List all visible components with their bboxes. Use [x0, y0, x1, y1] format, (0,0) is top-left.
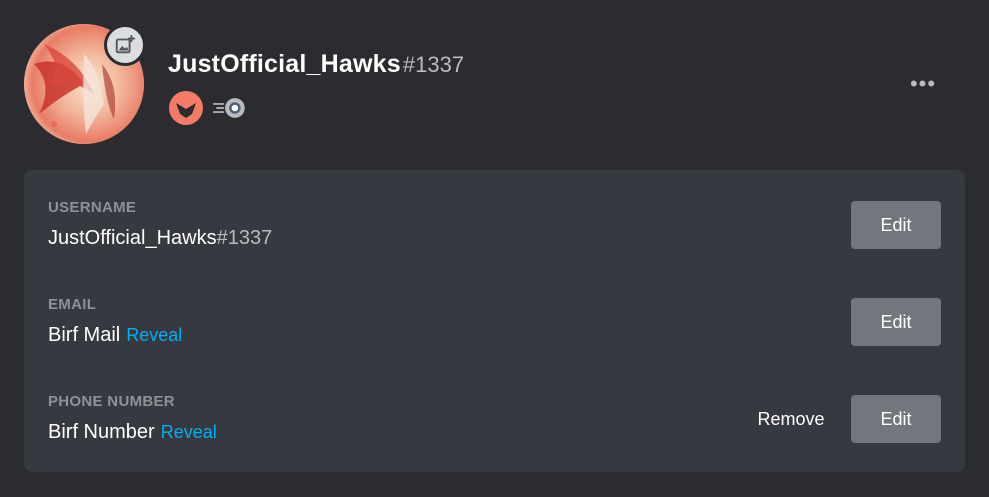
phone-label: PHONE NUMBER	[48, 393, 175, 410]
username-value: JustOfficial_Hawks#1337	[48, 227, 272, 250]
phone-reveal-link[interactable]: Reveal	[161, 422, 217, 442]
email-label: EMAIL	[48, 296, 97, 313]
remove-phone-button[interactable]: Remove	[743, 395, 839, 443]
phone-value: Birf Number Reveal	[48, 421, 217, 444]
profile-discriminator: #1337	[402, 52, 465, 77]
nitro-boost-icon[interactable]	[212, 90, 248, 126]
profile-username: JustOfficial_Hawks	[168, 50, 401, 78]
edit-email-button[interactable]: Edit	[851, 298, 941, 346]
username-discriminator: #1337	[216, 227, 273, 249]
account-card: JustOfficial_Hawks #1337 ••• USERNAME Ju…	[0, 0, 989, 497]
hypesquad-brilliance-icon[interactable]	[168, 90, 204, 126]
email-field: EMAIL Birf Mail Reveal Edit	[48, 296, 941, 376]
profile-header: JustOfficial_Hawks #1337 •••	[0, 0, 989, 170]
phone-field: PHONE NUMBER Birf Number Reveal Remove Ed…	[48, 393, 941, 473]
username-text: JustOfficial_Hawks	[48, 227, 217, 249]
username-field: USERNAME JustOfficial_Hawks#1337 Edit	[48, 199, 941, 279]
email-reveal-link[interactable]: Reveal	[126, 325, 182, 345]
badge-list	[168, 90, 248, 126]
avatar-wrapper[interactable]	[24, 24, 146, 144]
profile-name-row: JustOfficial_Hawks #1337	[168, 50, 464, 79]
username-label: USERNAME	[48, 199, 137, 216]
add-image-icon[interactable]	[104, 24, 146, 66]
phone-text: Birf Number	[48, 421, 155, 443]
email-text: Birf Mail	[48, 324, 121, 346]
more-options-button[interactable]: •••	[907, 70, 939, 98]
account-info-panel: USERNAME JustOfficial_Hawks#1337 Edit EM…	[24, 170, 965, 472]
email-value: Birf Mail Reveal	[48, 324, 182, 347]
edit-username-button[interactable]: Edit	[851, 201, 941, 249]
edit-phone-button[interactable]: Edit	[851, 395, 941, 443]
